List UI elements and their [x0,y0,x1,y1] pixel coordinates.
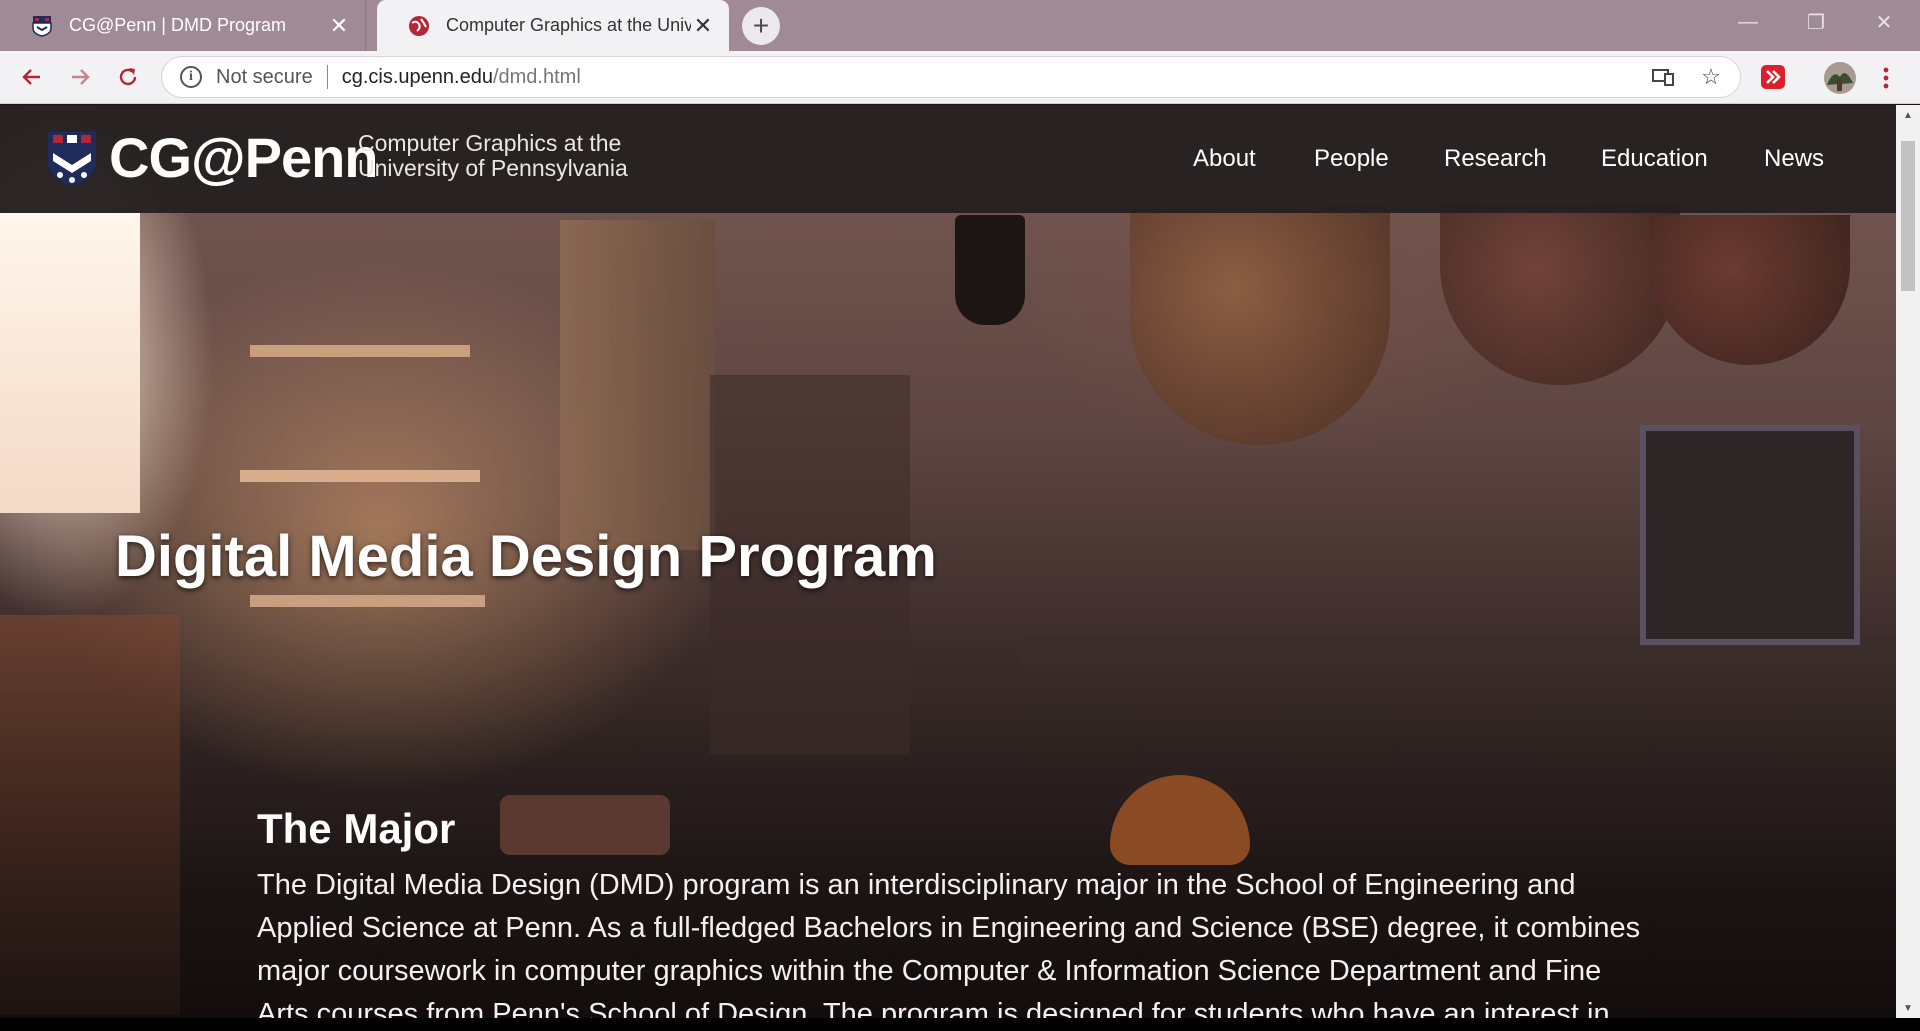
scroll-up-icon[interactable]: ▲ [1896,105,1920,125]
divider [326,65,328,89]
tab-close-icon[interactable]: ✕ [691,13,715,39]
nav-item-about[interactable]: About [1193,105,1256,213]
page-viewport: CG@Penn Computer Graphics at the Univers… [0,105,1896,1018]
url-path: /dmd.html [492,65,581,88]
window-close-icon[interactable]: ✕ [1854,0,1914,44]
nav-item-people[interactable]: People [1314,105,1389,213]
nav-link-research[interactable]: Research [1444,145,1547,173]
browser-toolbar: i Not secure cg.cis.upenn.edu /dmd.html … [0,51,1920,104]
url-host: cg.cis.upenn.edu [341,65,493,88]
bookmark-star-icon[interactable]: ☆ [1698,64,1724,90]
page-scrollbar[interactable]: ▲ ▼ [1896,105,1920,1018]
penn-shield-favicon-icon [30,14,54,38]
site-subtitle-line1: Computer Graphics at the [358,130,622,156]
tab-close-icon[interactable]: ✕ [327,13,351,39]
restore-icon[interactable]: ❐ [1786,0,1846,44]
hero-title: Digital Media Design Program [115,524,937,589]
extension-icon[interactable] [1760,64,1788,92]
section-title: The Major [257,805,456,852]
site-logo[interactable]: CG@Penn [109,127,379,189]
nav-link-education[interactable]: Education [1601,145,1708,173]
section-body: The Digital Media Design (DMD) program i… [257,869,1641,1018]
scroll-down-icon[interactable]: ▼ [1896,998,1920,1018]
taskbar-edge [0,1018,1920,1031]
profile-avatar[interactable] [1823,61,1857,95]
info-icon[interactable]: i [180,66,202,88]
nav-link-people[interactable]: People [1314,145,1389,173]
reload-icon[interactable] [112,61,144,93]
tab-title: Computer Graphics at the University [446,15,691,35]
tab-computer-graphics[interactable]: Computer Graphics at the University ✕ [377,0,729,51]
nav-link-news[interactable]: News [1764,145,1824,173]
minimize-icon[interactable]: — [1718,0,1778,44]
forward-arrow-icon[interactable] [64,61,96,93]
nav-item-news[interactable]: News [1764,105,1824,213]
tab-strip: CG@Penn | DMD Program ✕ Computer Graphic… [0,0,1920,51]
address-bar[interactable]: i Not secure cg.cis.upenn.edu /dmd.html … [162,57,1740,97]
site-subtitle-line2: University of Pennsylvania [358,155,628,181]
nav-item-education[interactable]: Education [1601,105,1708,213]
penn-shield-logo-icon[interactable] [47,131,97,187]
tab-title: CG@Penn | DMD Program [69,15,287,35]
scroll-thumb[interactable] [1901,141,1915,291]
cast-icon[interactable] [1650,64,1676,90]
tab-dmd-program[interactable]: CG@Penn | DMD Program ✕ [0,0,366,51]
new-tab-button[interactable]: + [742,7,780,45]
penn-globe-favicon-icon [407,14,431,38]
menu-kebab-icon[interactable] [1876,64,1896,92]
nav-link-about[interactable]: About [1193,145,1256,173]
site-header: CG@Penn Computer Graphics at the Univers… [0,105,1896,213]
nav-item-research[interactable]: Research [1444,105,1547,213]
site-subtitle: Computer Graphics at the University of P… [358,131,628,181]
security-label: Not secure [216,65,313,88]
back-arrow-icon[interactable] [16,61,48,93]
